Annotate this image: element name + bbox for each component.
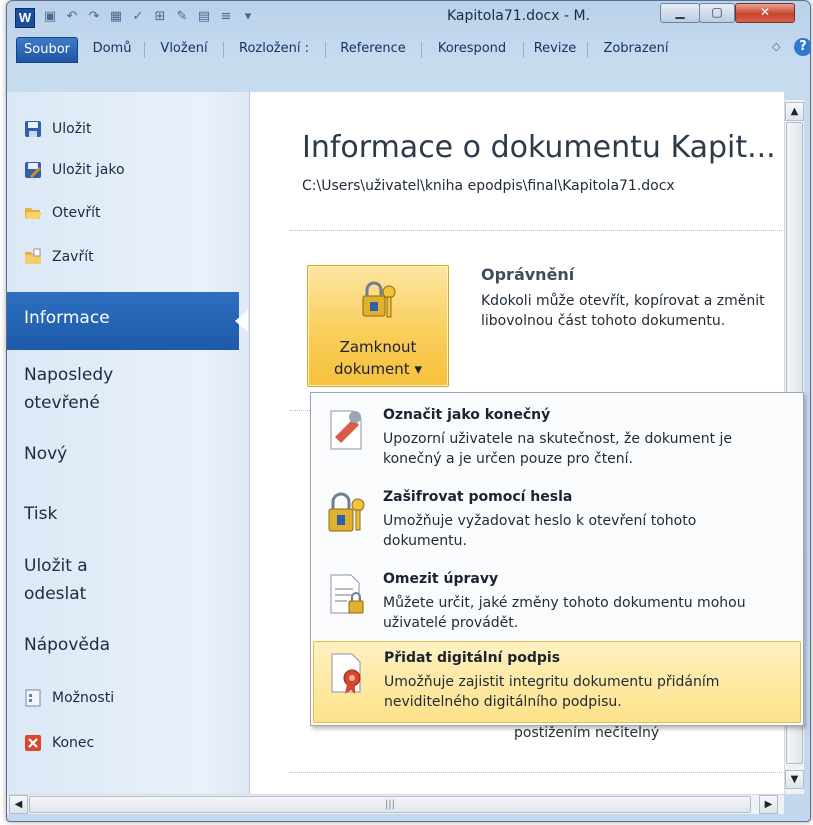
page-title: Informace o dokumentu Kapit... <box>302 130 776 165</box>
align-icon[interactable]: ≡ <box>217 8 235 26</box>
help-icon[interactable]: ? <box>794 38 810 56</box>
close-button[interactable]: ✕ <box>735 3 795 23</box>
save-as-icon <box>24 161 42 179</box>
ribbon-tabs: Soubor Domů Vložení Rozložení : Referenc… <box>14 31 810 63</box>
lock-key-icon <box>362 281 396 318</box>
scroll-left-icon[interactable]: ◀ <box>9 795 28 814</box>
protect-document-menu: Označit jako konečný Upozorní uživatele … <box>310 392 804 726</box>
open-folder-icon <box>24 204 42 222</box>
nav-exit-label: Konec <box>52 735 95 751</box>
lock-button-label-1: Zamknout <box>339 338 417 356</box>
nav-save-send-label-2: odeslat <box>24 584 87 604</box>
permissions-description: Kdokoli může otevřít, kopírovat a změnit… <box>481 293 765 329</box>
word-app-icon[interactable]: W <box>15 8 35 28</box>
lock-button-label-2: dokument ▾ <box>334 360 422 378</box>
nav-save-send[interactable]: Uložit a odeslat <box>24 552 88 608</box>
selection-pointer <box>235 310 248 332</box>
nav-save[interactable]: Uložit <box>24 117 91 141</box>
menu-item-title: Označit jako konečný <box>383 407 551 423</box>
menu-item-description: Umožňuje vyžadovat heslo k otevření toho… <box>383 513 697 549</box>
scroll-right-icon[interactable]: ▶ <box>759 795 778 814</box>
print-preview-icon[interactable]: ▤ <box>195 8 213 26</box>
scroll-up-icon[interactable]: ▲ <box>785 102 804 121</box>
nav-exit[interactable]: Konec <box>24 731 94 755</box>
nav-open[interactable]: Otevřít <box>24 201 101 225</box>
quick-access-toolbar: ▣ ↶ ↷ ▦ ✓ ⊞ ✎ ▤ ≡ ▾ <box>41 7 257 27</box>
tab-view[interactable]: Zobrazení <box>590 37 682 61</box>
menu-item-description: Upozorní uživatele na skutečnost, že dok… <box>383 431 733 467</box>
nav-close-label: Zavřít <box>52 249 94 265</box>
nav-info-label: Informace <box>24 308 110 328</box>
menu-item-mark-final[interactable]: Označit jako konečný Upozorní uživatele … <box>313 399 799 479</box>
nav-recent[interactable]: Naposledy otevřené <box>24 361 113 417</box>
nav-recent-label-1: Naposledy <box>24 365 114 385</box>
menu-item-digital-signature[interactable]: Přidat digitální podpis Umožňuje zajisti… <box>313 641 801 723</box>
divider <box>290 230 782 231</box>
menu-item-encrypt[interactable]: Zašifrovat pomocí hesla Umožňuje vyžadov… <box>313 481 799 561</box>
tab-file[interactable]: Soubor <box>16 37 78 63</box>
nav-help[interactable]: Nápověda <box>24 631 110 659</box>
close-folder-icon <box>24 248 42 266</box>
title-bar: W ▣ ↶ ↷ ▦ ✓ ⊞ ✎ ▤ ≡ ▾ Kapitola71.docx - … <box>7 1 810 31</box>
encrypt-lock-icon <box>328 492 365 532</box>
nav-save-as-label: Uložit jako <box>52 162 125 178</box>
save-icon <box>24 120 42 138</box>
tab-home[interactable]: Domů <box>84 37 140 61</box>
tab-separator <box>587 42 588 58</box>
window-title: Kapitola71.docx - M. <box>447 8 590 24</box>
undo-icon[interactable]: ↶ <box>63 8 81 26</box>
tab-review[interactable]: Revize <box>526 37 584 61</box>
nav-open-label: Otevřít <box>52 205 101 221</box>
nav-recent-label-2: otevřené <box>24 393 100 413</box>
digital-signature-icon <box>331 653 361 694</box>
nav-save-as[interactable]: Uložit jako <box>24 158 125 182</box>
horizontal-scrollbar[interactable]: ◀ ||| ▶ <box>7 794 784 814</box>
tab-layout[interactable]: Rozložení : <box>226 37 322 61</box>
save-icon[interactable]: ▣ <box>41 8 59 26</box>
menu-item-title: Omezit úpravy <box>383 571 499 587</box>
menu-item-restrict-editing[interactable]: Omezit úpravy Můžete určit, jaké změny t… <box>313 563 799 643</box>
restrict-editing-icon <box>330 574 364 614</box>
scroll-down-icon[interactable]: ▼ <box>785 770 804 789</box>
tab-separator <box>421 42 422 58</box>
divider <box>290 772 782 773</box>
document-path: C:\Users\uživatel\kniha epodpis\final\Ka… <box>302 178 675 194</box>
minimize-ribbon-icon[interactable]: ◇ <box>772 40 780 53</box>
nav-options-label: Možnosti <box>52 690 115 706</box>
tab-separator <box>325 42 326 58</box>
nav-close[interactable]: Zavřít <box>24 245 94 269</box>
screenshot-icon[interactable]: ▦ <box>107 8 125 26</box>
customize-toolbar-icon[interactable]: ▾ <box>239 8 257 26</box>
tab-references[interactable]: Reference <box>328 37 418 61</box>
permissions-heading: Oprávnění <box>481 265 575 284</box>
menu-item-description: Umožňuje zajistit integritu dokumentu př… <box>384 674 720 710</box>
tab-separator <box>223 42 224 58</box>
mark-final-icon <box>330 410 362 450</box>
minimize-button[interactable]: ▁ <box>660 3 700 23</box>
exit-icon <box>24 734 42 752</box>
tab-separator <box>144 42 145 58</box>
nav-save-label: Uložit <box>52 121 92 137</box>
spelling-icon[interactable]: ✓ <box>129 8 147 26</box>
redo-icon[interactable]: ↷ <box>85 8 103 26</box>
menu-item-description: Můžete určit, jaké změny tohoto dokument… <box>383 595 746 631</box>
nav-options[interactable]: Možnosti <box>24 686 114 710</box>
maximize-button[interactable]: ▢ <box>699 3 735 23</box>
options-icon <box>24 689 42 707</box>
tab-separator <box>523 42 524 58</box>
tab-mailings[interactable]: Korespond <box>424 37 520 61</box>
protect-document-button[interactable]: Zamknout dokument ▾ <box>307 265 449 387</box>
menu-item-title: Zašifrovat pomocí hesla <box>383 489 573 505</box>
horizontal-scroll-thumb[interactable]: ||| <box>29 796 751 813</box>
nav-print[interactable]: Tisk <box>24 500 57 528</box>
menu-item-title: Přidat digitální podpis <box>384 650 561 666</box>
nav-save-send-label-1: Uložit a <box>24 556 88 576</box>
partial-text: postižením nečitelný <box>514 725 660 741</box>
nav-new[interactable]: Nový <box>24 440 67 468</box>
tab-insert[interactable]: Vložení <box>148 37 220 61</box>
table-icon[interactable]: ⊞ <box>151 8 169 26</box>
format-painter-icon[interactable]: ✎ <box>173 8 191 26</box>
